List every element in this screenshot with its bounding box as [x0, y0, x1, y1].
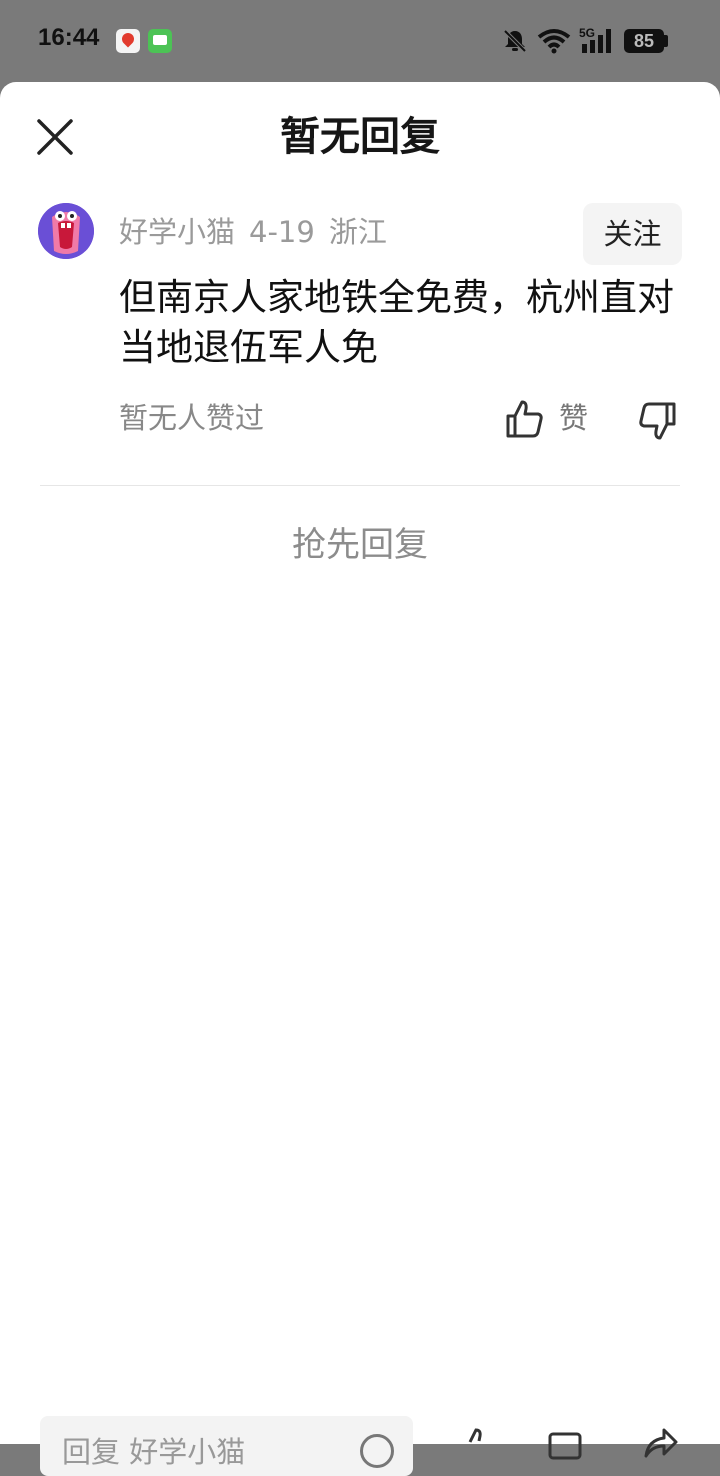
divider — [40, 485, 680, 486]
follow-button[interactable]: 关注 — [583, 203, 682, 265]
comment-date: 4-19 — [249, 215, 315, 249]
status-bar: 16:44 5G 85 — [0, 0, 720, 82]
likes-status: 暂无人赞过 — [119, 401, 265, 435]
wifi-icon — [537, 29, 571, 54]
comment-icon[interactable] — [546, 1426, 586, 1466]
message-app-icon — [148, 29, 172, 53]
first-reply-button[interactable]: 抢先回复 — [0, 520, 720, 570]
sheet-title: 暂无回复 — [280, 114, 440, 160]
dislike-button[interactable] — [633, 398, 679, 444]
mute-bell-icon — [503, 29, 527, 53]
signal-icon — [582, 29, 611, 53]
reply-input[interactable]: 回复 好学小猫 — [40, 1416, 413, 1476]
comment-meta: 好学小猫 4-19 浙江 — [119, 210, 401, 254]
emoji-icon[interactable] — [360, 1434, 394, 1468]
comment-location: 浙江 — [328, 215, 387, 249]
share-icon[interactable] — [640, 1426, 680, 1466]
like-label: 赞 — [559, 401, 589, 435]
status-time: 16:44 — [38, 24, 100, 51]
comment-text: 但南京人家地铁全免费，杭州直对当地退伍军人免 — [119, 276, 674, 369]
username[interactable]: 好学小猫 — [119, 215, 235, 249]
avatar[interactable] — [38, 203, 94, 259]
thumbs-up-icon[interactable] — [458, 1426, 498, 1466]
reply-input-placeholder: 回复 好学小猫 — [62, 1435, 246, 1469]
battery-indicator: 85 — [624, 29, 664, 53]
battery-tip — [664, 35, 668, 47]
reply-sheet: 暂无回复 好学小猫 4-19 浙江 关注 但南京人家地铁全免费，杭州直对当地退伍军人… — [0, 82, 720, 1476]
cartoon-avatar-icon — [38, 203, 94, 259]
thumbs-down-icon — [639, 402, 676, 440]
thumbs-up-icon — [506, 400, 543, 438]
map-app-icon — [116, 29, 140, 53]
